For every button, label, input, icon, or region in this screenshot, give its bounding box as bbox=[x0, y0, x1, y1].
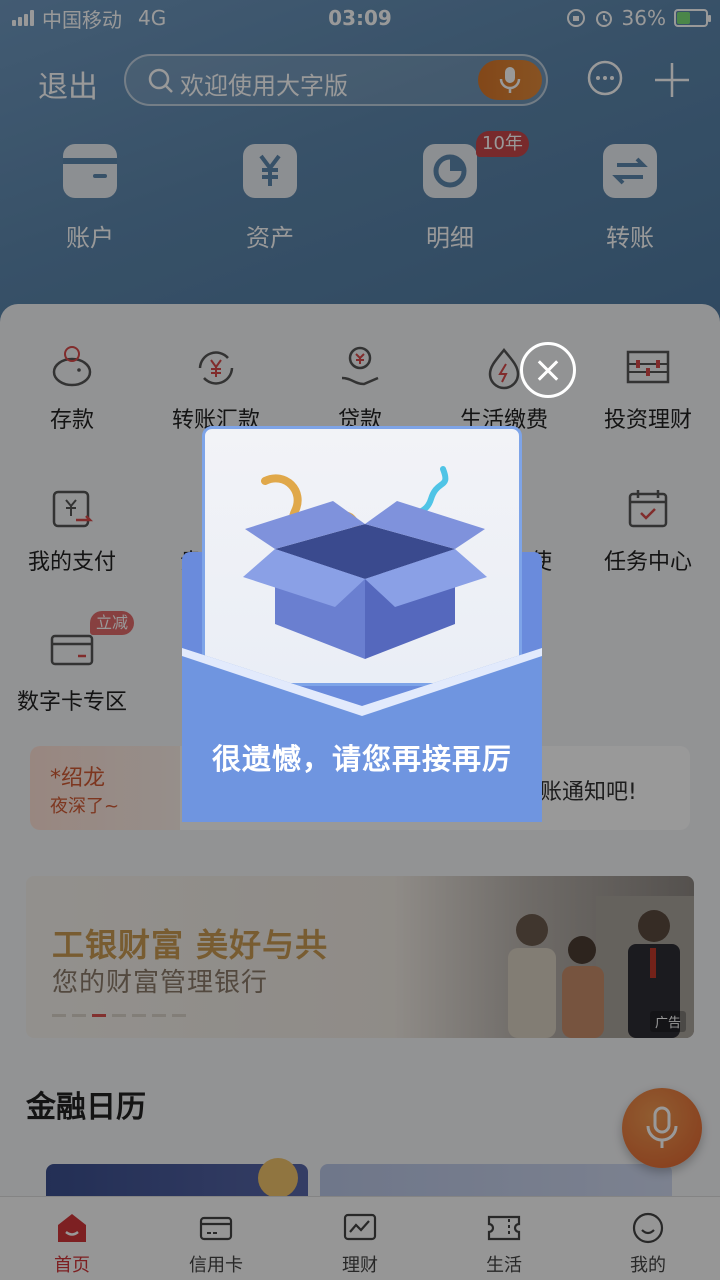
popup-message: 很遗憾，请您再接再厉 bbox=[211, 742, 512, 776]
result-popup: 很遗憾，请您再接再厉 bbox=[182, 426, 542, 822]
close-icon[interactable] bbox=[520, 342, 576, 398]
